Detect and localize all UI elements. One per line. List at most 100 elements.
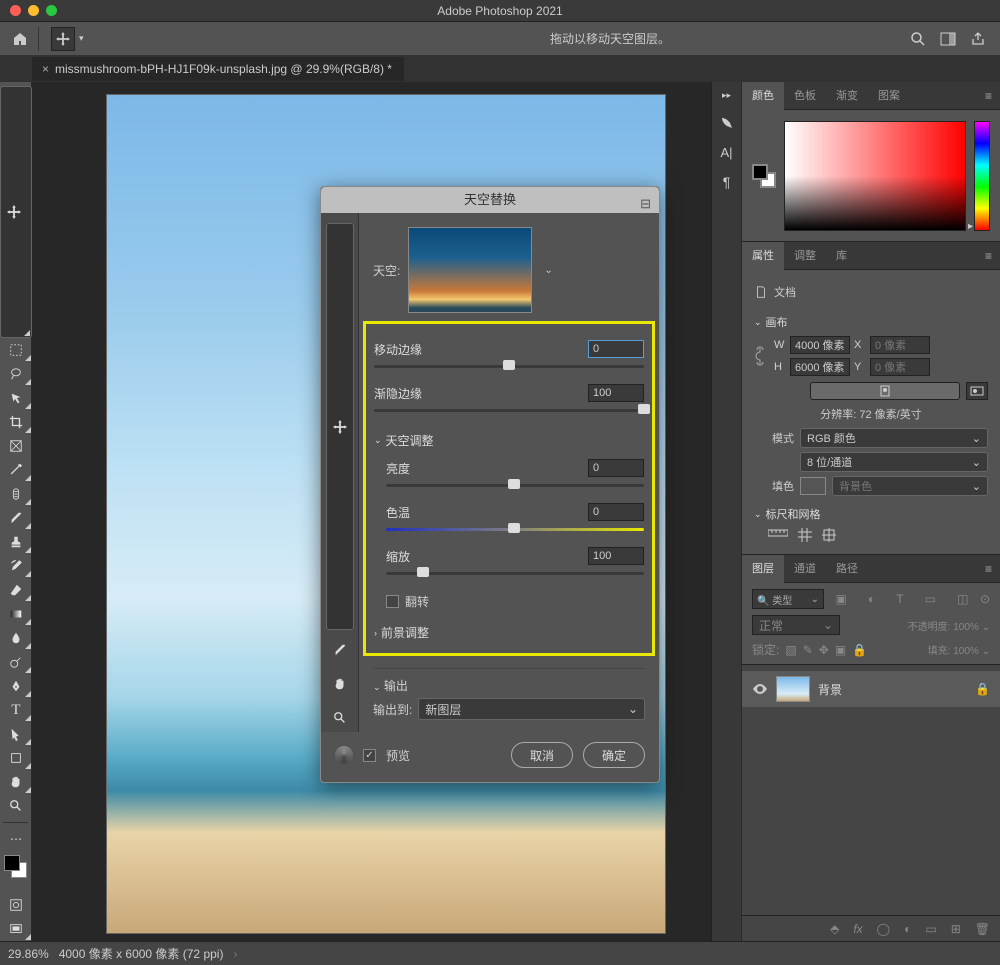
zoom-level[interactable]: 29.86%: [8, 947, 49, 961]
fg-adjust-header[interactable]: ›前景调整: [374, 624, 644, 641]
canvas-dims[interactable]: 4000 像素 x 6000 像素 (72 ppi): [59, 945, 224, 962]
guides-icon[interactable]: [822, 528, 836, 542]
zoom-tool[interactable]: [0, 794, 32, 818]
ok-button[interactable]: 确定: [583, 742, 645, 768]
marquee-tool[interactable]: [0, 338, 32, 362]
character-icon[interactable]: A|: [720, 145, 732, 160]
adjustment-icon[interactable]: ◐: [904, 922, 911, 936]
workspace-icon[interactable]: [940, 31, 956, 47]
sky-zoom-tool[interactable]: [326, 704, 354, 732]
ellipsis-icon[interactable]: ⋯: [0, 827, 32, 851]
lock-artb-icon[interactable]: ▣: [835, 643, 846, 657]
fill-select[interactable]: 背景色⌄: [832, 476, 988, 496]
fg-bg-swatch[interactable]: [752, 164, 776, 188]
close-icon[interactable]: ⊟: [640, 191, 651, 217]
chevron-down-icon[interactable]: ⌄: [544, 265, 552, 276]
share-icon[interactable]: [970, 31, 986, 47]
filter-smart-icon[interactable]: ◫: [957, 592, 968, 606]
tab-patterns[interactable]: 图案: [868, 82, 910, 110]
fx-icon[interactable]: fx: [853, 922, 862, 936]
lock-pos-icon[interactable]: ✥: [819, 643, 829, 657]
hue-slider[interactable]: [974, 121, 990, 231]
lasso-tool[interactable]: [0, 362, 32, 386]
tab-color[interactable]: 颜色: [742, 82, 784, 110]
close-window-button[interactable]: [10, 5, 21, 16]
sky-brush-tool[interactable]: [326, 636, 354, 664]
panel-menu-icon[interactable]: ≡: [977, 89, 1000, 103]
dodge-tool[interactable]: [0, 650, 32, 674]
brushes-icon[interactable]: [719, 115, 735, 131]
tab-gradients[interactable]: 渐变: [826, 82, 868, 110]
brightness-slider[interactable]: [374, 479, 644, 493]
link-layers-icon[interactable]: ⬘: [830, 922, 839, 936]
tab-libraries[interactable]: 库: [826, 242, 857, 270]
sky-hand-tool[interactable]: [326, 670, 354, 698]
scale-input[interactable]: [588, 547, 644, 565]
quickmask-tool[interactable]: [0, 893, 32, 917]
healing-tool[interactable]: [0, 482, 32, 506]
width-input[interactable]: [790, 336, 850, 354]
height-input[interactable]: [790, 358, 850, 376]
landscape-button[interactable]: [966, 382, 988, 400]
eyedropper-tool[interactable]: [0, 458, 32, 482]
rulers-section[interactable]: ⌄标尺和网格: [754, 506, 988, 522]
tab-swatches[interactable]: 色板: [784, 82, 826, 110]
filter-adjust-icon[interactable]: ◐: [868, 592, 875, 606]
hand-tool[interactable]: [0, 770, 32, 794]
mask-icon[interactable]: ◯: [877, 922, 890, 936]
color-swatches[interactable]: [0, 851, 31, 881]
ruler-icon[interactable]: [768, 528, 788, 542]
lock-all-icon[interactable]: 🔒: [852, 643, 867, 657]
move-tool[interactable]: [0, 86, 32, 338]
shift-edge-slider[interactable]: [374, 360, 644, 374]
new-layer-icon[interactable]: ⊞: [951, 922, 961, 936]
visibility-icon[interactable]: [752, 683, 768, 695]
home-icon[interactable]: [8, 27, 32, 51]
frame-tool[interactable]: [0, 434, 32, 458]
minimize-window-button[interactable]: [28, 5, 39, 16]
filter-toggle[interactable]: ⊙: [980, 592, 990, 606]
cancel-button[interactable]: 取消: [511, 742, 573, 768]
move-tool-icon[interactable]: [51, 27, 75, 51]
delete-layer-icon[interactable]: 🗑: [975, 922, 990, 936]
brightness-input[interactable]: [588, 459, 644, 477]
shift-edge-input[interactable]: [588, 340, 644, 358]
shape-tool[interactable]: [0, 746, 32, 770]
selection-tool[interactable]: [0, 386, 32, 410]
layer-filter-select[interactable]: 🔍 类型⌄: [752, 589, 824, 609]
blend-mode-select[interactable]: 正常⌄: [752, 615, 840, 635]
sky-adjust-header[interactable]: ⌄天空调整: [374, 432, 644, 449]
eraser-tool[interactable]: [0, 578, 32, 602]
link-icon[interactable]: [754, 344, 770, 368]
chevron-right-icon[interactable]: ›: [233, 947, 237, 961]
portrait-button[interactable]: [810, 382, 960, 400]
layer-row[interactable]: 背景 🔒: [742, 671, 1000, 707]
canvas-section[interactable]: ⌄画布: [754, 314, 988, 330]
filter-image-icon[interactable]: ▣: [836, 592, 847, 606]
preview-checkbox[interactable]: [363, 749, 376, 762]
maximize-window-button[interactable]: [46, 5, 57, 16]
layer-name[interactable]: 背景: [818, 681, 967, 698]
tab-channels[interactable]: 通道: [784, 555, 826, 583]
document-tab[interactable]: × missmushroom-bPH-HJ1F09k-unsplash.jpg …: [32, 57, 404, 81]
output-header[interactable]: 输出: [384, 679, 408, 693]
mode-select[interactable]: RGB 颜色⌄: [800, 428, 988, 448]
canvas-area[interactable]: 天空替换 ⊟ 天空: ⌄ 移动边缘: [32, 82, 711, 941]
sky-preset-thumb[interactable]: [408, 227, 532, 313]
temp-input[interactable]: [588, 503, 644, 521]
type-tool[interactable]: T: [0, 698, 32, 722]
depth-select[interactable]: 8 位/通道⌄: [800, 452, 988, 472]
flip-checkbox[interactable]: [386, 595, 399, 608]
panel-menu-icon[interactable]: ≡: [977, 562, 1000, 576]
screenmode-tool[interactable]: [0, 917, 32, 941]
lock-paint-icon[interactable]: ✎: [803, 643, 813, 657]
tab-layers[interactable]: 图层: [742, 555, 784, 583]
sky-move-tool[interactable]: [326, 223, 354, 630]
gradient-tool[interactable]: [0, 602, 32, 626]
chevron-down-icon[interactable]: ▾: [79, 33, 84, 44]
pen-tool[interactable]: [0, 674, 32, 698]
fill-swatch[interactable]: [800, 477, 826, 495]
output-to-select[interactable]: 新图层⌄: [418, 698, 645, 720]
brush-tool[interactable]: [0, 506, 32, 530]
filter-type-icon[interactable]: T: [896, 592, 903, 606]
